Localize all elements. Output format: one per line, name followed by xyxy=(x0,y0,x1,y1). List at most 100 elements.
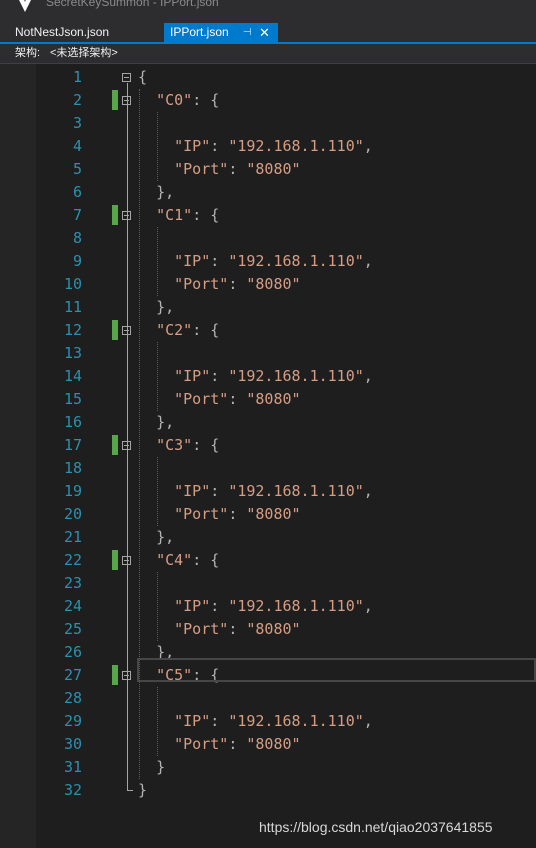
punctuation-token: , xyxy=(363,367,373,385)
change-marker xyxy=(112,550,118,570)
line-number: 8 xyxy=(72,229,82,247)
punctuation-token: : xyxy=(192,91,202,109)
punctuation-token: : xyxy=(210,597,220,615)
code-line[interactable]: } xyxy=(138,756,165,779)
code-line[interactable]: "C2": { xyxy=(138,319,219,342)
close-icon[interactable]: ✕ xyxy=(259,23,270,42)
code-line[interactable]: "Port": "8080" xyxy=(138,618,301,641)
punctuation-token: : xyxy=(210,367,220,385)
pin-icon[interactable]: ⊣ xyxy=(243,23,252,42)
line-number: 27 xyxy=(63,666,82,684)
change-marker xyxy=(112,90,118,110)
string-token: "192.168.1.110" xyxy=(228,482,364,500)
line-number: 15 xyxy=(63,390,82,408)
punctuation-token: : xyxy=(192,436,202,454)
code-line[interactable]: "C1": { xyxy=(138,204,219,227)
string-token: "Port" xyxy=(174,620,229,638)
line-number: 9 xyxy=(72,252,82,270)
schema-label: 架构: xyxy=(15,47,41,59)
code-line[interactable]: }, xyxy=(138,411,174,434)
code-line[interactable]: "Port": "8080" xyxy=(138,503,300,526)
collapse-toggle-icon[interactable] xyxy=(122,73,131,82)
string-token: "Port" xyxy=(174,735,229,753)
punctuation-token: : xyxy=(228,505,238,523)
visual-studio-logo-icon xyxy=(19,0,31,12)
code-line[interactable]: "C4": { xyxy=(138,549,219,572)
punctuation-token: : xyxy=(228,275,238,293)
line-number: 30 xyxy=(63,735,82,753)
schema-bar: 架构: <未选择架构> xyxy=(0,44,536,64)
string-token: "8080" xyxy=(246,620,301,638)
code-line[interactable]: "Port": "8080" xyxy=(138,158,300,181)
code-line[interactable]: "IP": "192.168.1.110", xyxy=(138,250,373,273)
change-marker xyxy=(112,665,118,685)
line-number: 13 xyxy=(63,344,82,362)
line-number: 14 xyxy=(63,367,82,385)
code-line[interactable]: }, xyxy=(138,526,174,549)
tab-label: IPPort.json xyxy=(170,25,229,39)
line-number: 17 xyxy=(63,436,82,454)
code-line[interactable]: "IP": "192.168.1.110", xyxy=(138,595,373,618)
punctuation-token: : xyxy=(228,160,238,178)
tab-ipport[interactable]: IPPort.json ⊣ ✕ xyxy=(164,23,278,42)
code-editor[interactable]: 1 2 3 4 5 6 7 8 9 10 11 12 13 14 15 16 17 18 19 20 21 22 23 24 2… xyxy=(0,64,536,848)
punctuation-token: : xyxy=(228,390,238,408)
tab-notnestjson[interactable]: NotNestJson.json xyxy=(0,23,160,42)
string-token: "192.168.1.110" xyxy=(228,252,364,270)
code-line[interactable]: { xyxy=(138,66,147,89)
line-number: 25 xyxy=(63,620,82,638)
punctuation-token: } xyxy=(156,758,166,776)
punctuation-token: { xyxy=(210,91,220,109)
watermark-url: https://blog.csdn.net/qiao2037641855 xyxy=(259,819,493,835)
code-line[interactable]: "Port": "8080" xyxy=(138,733,300,756)
punctuation-token: , xyxy=(363,252,373,270)
code-line[interactable]: "IP": "192.168.1.110", xyxy=(138,365,373,388)
code-line[interactable]: "IP": "192.168.1.110", xyxy=(138,135,373,158)
indent-guide xyxy=(157,572,158,641)
punctuation-token: : xyxy=(210,712,220,730)
punctuation-token: , xyxy=(363,597,373,615)
code-line[interactable]: } xyxy=(138,779,147,802)
tab-strip: NotNestJson.json IPPort.json ⊣ ✕ xyxy=(0,14,536,44)
string-token: "C3" xyxy=(156,436,193,454)
window-title: SecretKeySummon - IPPort.json xyxy=(46,0,219,9)
line-number: 10 xyxy=(63,275,82,293)
code-line[interactable]: "Port": "8080" xyxy=(138,273,300,296)
punctuation-token: , xyxy=(363,482,373,500)
code-line[interactable]: }, xyxy=(138,296,174,319)
change-marker xyxy=(112,435,118,455)
schema-selector[interactable]: <未选择架构> xyxy=(50,44,118,63)
code-line[interactable]: "IP": "192.168.1.110", xyxy=(138,710,373,733)
code-line[interactable]: }, xyxy=(138,181,174,204)
punctuation-token: , xyxy=(363,712,373,730)
string-token: "C4" xyxy=(156,551,193,569)
punctuation-token: : xyxy=(192,206,202,224)
string-token: "Port" xyxy=(174,275,229,293)
string-token: "192.168.1.110" xyxy=(228,137,364,155)
punctuation-token: : xyxy=(210,252,220,270)
punctuation-token: { xyxy=(210,551,220,569)
punctuation-token: { xyxy=(210,206,220,224)
code-line[interactable]: "Port": "8080" xyxy=(138,388,300,411)
code-line[interactable]: "C0": { xyxy=(138,89,219,112)
line-number: 16 xyxy=(63,413,82,431)
punctuation-token: , xyxy=(165,298,175,316)
code-line[interactable]: "IP": "192.168.1.110", xyxy=(138,480,373,503)
line-number: 12 xyxy=(63,321,82,339)
indent-guide xyxy=(157,112,158,181)
line-number: 6 xyxy=(72,183,82,201)
line-number: 23 xyxy=(63,574,82,592)
punctuation-token: : xyxy=(228,735,238,753)
punctuation-token: } xyxy=(138,781,148,799)
code-line[interactable]: "C3": { xyxy=(138,434,219,457)
